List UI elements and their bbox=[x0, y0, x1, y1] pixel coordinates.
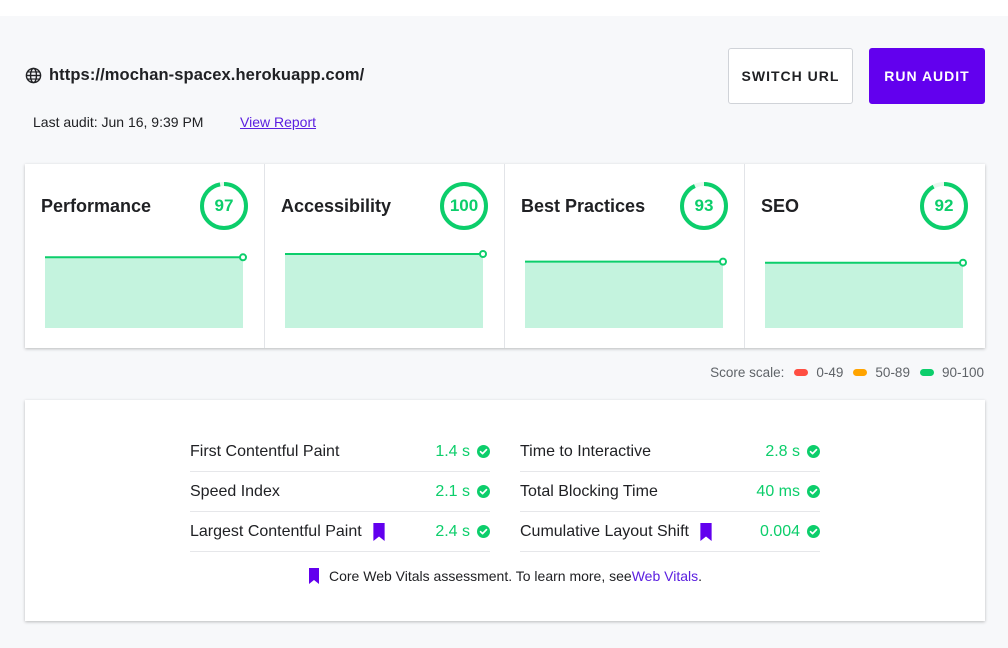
top-strip bbox=[0, 0, 1008, 16]
trend-point bbox=[719, 257, 727, 266]
score-performance[interactable]: Performance 97 bbox=[25, 164, 265, 348]
footnote-end: . bbox=[698, 568, 702, 584]
trend-point bbox=[239, 253, 247, 262]
pass-check-icon bbox=[807, 445, 820, 458]
globe-icon bbox=[25, 67, 42, 84]
footnote-text: Core Web Vitals assessment. To learn mor… bbox=[329, 568, 632, 584]
category-scores-card: Performance 97 Accessibility 100 Best Pr… bbox=[25, 164, 985, 348]
metric-value: 40 ms bbox=[756, 482, 800, 500]
good-scale-dot bbox=[919, 369, 934, 376]
trend-point bbox=[959, 258, 967, 267]
pass-check-icon bbox=[807, 485, 820, 498]
core-web-vital-bookmark-icon bbox=[308, 568, 320, 584]
category-title: Performance bbox=[41, 196, 152, 216]
core-web-vital-bookmark-icon bbox=[372, 522, 386, 541]
score-value: 92 bbox=[934, 196, 954, 215]
metric-label: First Contentful Paint bbox=[190, 442, 340, 460]
trend-point bbox=[479, 250, 487, 258]
core-web-vital-bookmark-icon bbox=[699, 522, 713, 541]
core-web-vitals-footnote: Core Web Vitals assessment. To learn mor… bbox=[25, 568, 985, 584]
score-trend-chart bbox=[765, 258, 967, 328]
score-scale-label: Score scale: bbox=[710, 365, 785, 380]
category-title: Best Practices bbox=[521, 196, 646, 216]
trend-area bbox=[525, 261, 723, 328]
score-trend-chart bbox=[285, 250, 487, 328]
run-audit-button[interactable]: RUN AUDIT bbox=[869, 48, 985, 104]
score-trend-chart bbox=[45, 253, 247, 328]
site-header: https://mochan-spacex.herokuapp.com/ bbox=[25, 64, 364, 86]
score-value: 97 bbox=[214, 196, 234, 215]
trend-area bbox=[45, 257, 243, 328]
metric-row-tbt: Total Blocking Time 40 ms bbox=[520, 472, 820, 512]
metric-row-cls: Cumulative Layout Shift 0.004 bbox=[520, 512, 820, 552]
metric-value: 2.8 s bbox=[765, 442, 800, 460]
pass-check-icon bbox=[477, 485, 490, 498]
average-scale-dot bbox=[853, 369, 868, 376]
web-vitals-link[interactable]: Web Vitals bbox=[632, 568, 698, 584]
metric-row-fcp: First Contentful Paint 1.4 s bbox=[190, 432, 490, 472]
pass-check-icon bbox=[477, 525, 490, 538]
good-range: 90-100 bbox=[941, 365, 984, 380]
trend-area bbox=[765, 262, 963, 328]
category-title: SEO bbox=[761, 196, 800, 216]
score-scale-legend: Score scale: 0-49 50-89 90-100 bbox=[710, 365, 984, 380]
score-accessibility[interactable]: Accessibility 100 bbox=[265, 164, 505, 348]
trend-area bbox=[285, 254, 483, 328]
pass-check-icon bbox=[477, 445, 490, 458]
metrics-column-left: First Contentful Paint 1.4 s Speed Index… bbox=[190, 432, 490, 552]
poor-scale-dot bbox=[794, 369, 809, 376]
score-value: 93 bbox=[694, 196, 714, 215]
metric-row-tti: Time to Interactive 2.8 s bbox=[520, 432, 820, 472]
metric-value: 2.1 s bbox=[435, 482, 470, 500]
score-best-practices[interactable]: Best Practices 93 bbox=[505, 164, 745, 348]
score-value: 100 bbox=[449, 196, 479, 215]
metric-value: 1.4 s bbox=[435, 442, 470, 460]
metric-value: 2.4 s bbox=[435, 522, 470, 540]
score-seo[interactable]: SEO 92 bbox=[745, 164, 985, 348]
view-report-link[interactable]: View Report bbox=[240, 114, 316, 130]
metric-value: 0.004 bbox=[759, 522, 800, 540]
poor-range: 0-49 bbox=[816, 365, 844, 380]
metric-label: Speed Index bbox=[190, 482, 280, 500]
metric-row-lcp: Largest Contentful Paint 2.4 s bbox=[190, 512, 490, 552]
metric-label: Cumulative Layout Shift bbox=[520, 522, 689, 540]
metric-row-speed-index: Speed Index 2.1 s bbox=[190, 472, 490, 512]
metrics-card: First Contentful Paint 1.4 s Speed Index… bbox=[25, 400, 985, 621]
metrics-column-right: Time to Interactive 2.8 s Total Blocking… bbox=[520, 432, 820, 552]
category-title: Accessibility bbox=[281, 196, 392, 216]
score-trend-chart bbox=[525, 257, 727, 328]
average-range: 50-89 bbox=[875, 365, 910, 380]
site-url: https://mochan-spacex.herokuapp.com/ bbox=[49, 65, 365, 84]
last-audit-time: Last audit: Jun 16, 9:39 PM bbox=[33, 114, 204, 130]
metric-label: Total Blocking Time bbox=[520, 482, 658, 500]
switch-url-button[interactable]: SWITCH URL bbox=[728, 48, 853, 104]
metric-label: Time to Interactive bbox=[520, 442, 652, 460]
pass-check-icon bbox=[807, 525, 820, 538]
metric-label: Largest Contentful Paint bbox=[190, 522, 362, 540]
